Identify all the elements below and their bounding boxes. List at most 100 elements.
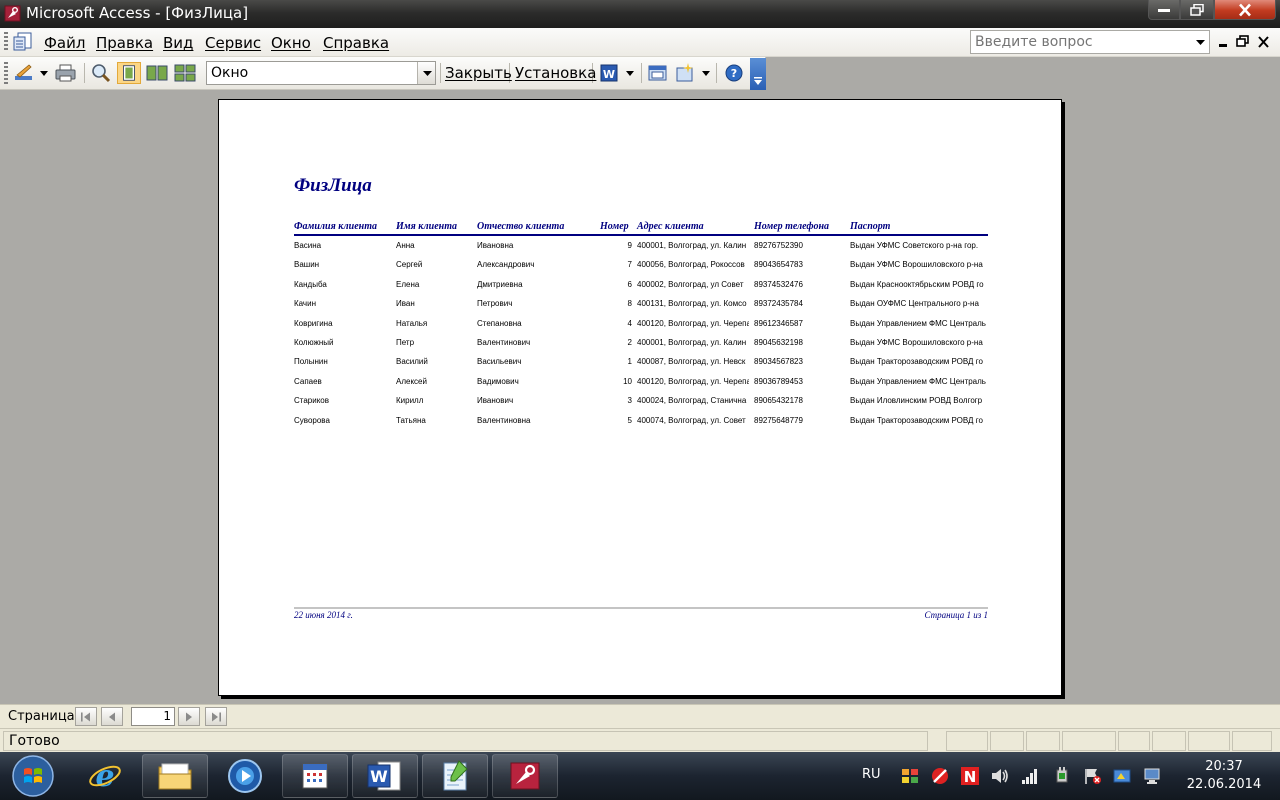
tray-app-icon[interactable] — [1112, 767, 1132, 785]
footer-rule — [294, 607, 988, 609]
first-page-button[interactable] — [75, 707, 97, 726]
window-titlebar[interactable]: Microsoft Access - [ФизЛица] — [0, 0, 1280, 28]
page-number-input[interactable]: 1 — [131, 707, 175, 726]
document-close-icon[interactable] — [1254, 34, 1274, 50]
menu-file[interactable]: Файл — [44, 34, 85, 52]
cell-patronymic: Валентинович — [477, 338, 531, 347]
taskbar-explorer[interactable] — [142, 754, 208, 798]
menu-view[interactable]: Вид — [163, 34, 193, 52]
tray-n-app-icon[interactable]: N — [960, 767, 980, 785]
multiple-pages-icon[interactable] — [173, 62, 197, 84]
cell-address: 400074, Волгоград, ул. Совет — [637, 415, 746, 425]
menu-window[interactable]: Окно — [271, 34, 311, 52]
power-plug-icon[interactable] — [1052, 767, 1072, 785]
report-row: Стариков Кирилл Иванович 3 400024, Волгоград… — [294, 394, 988, 408]
cell-lastname: Ковригина — [294, 318, 333, 328]
document-restore-icon[interactable] — [1233, 34, 1253, 50]
signal-strength-icon[interactable] — [1020, 767, 1040, 785]
report-doc-icon[interactable] — [12, 32, 34, 52]
taskbar: e W RU N 20:37 22.06.2014 — [0, 752, 1280, 800]
close-icon — [1239, 3, 1251, 16]
minimize-button[interactable] — [1148, 0, 1180, 20]
one-page-icon[interactable] — [117, 62, 141, 84]
cell-passport: Выдан УФМС Советского р-на гор. — [850, 241, 979, 250]
taskbar-clock[interactable]: 20:37 22.06.2014 — [1176, 758, 1272, 794]
design-view-dropdown-icon[interactable] — [39, 68, 49, 78]
tray-antivirus-icon[interactable] — [930, 767, 950, 785]
column-header-lastname: Фамилия клиента — [294, 221, 377, 232]
database-window-icon[interactable] — [646, 62, 670, 84]
footer-date: 22 июня 2014 г. — [294, 610, 353, 620]
cell-patronymic: Вадимович — [477, 376, 519, 386]
cell-phone: 89045632198 — [754, 338, 803, 347]
cell-number: 2 — [627, 338, 632, 347]
taskbar-internet-explorer[interactable]: e — [72, 754, 138, 798]
cell-number: 8 — [627, 299, 632, 309]
menu-grip[interactable] — [4, 32, 8, 52]
next-page-button[interactable] — [178, 707, 200, 726]
cell-address: 400001, Волгоград, ул. Калин — [637, 338, 747, 347]
two-pages-icon[interactable] — [145, 62, 169, 84]
cell-address: 400024, Волгоград, Станична — [637, 396, 747, 406]
cell-firstname: Анна — [396, 241, 415, 250]
zoom-select[interactable]: Окно — [206, 61, 436, 85]
design-view-icon[interactable] — [12, 62, 36, 84]
prev-page-button[interactable] — [101, 707, 123, 726]
cell-firstname: Сергей — [396, 260, 423, 270]
new-object-icon[interactable] — [673, 62, 697, 84]
page-setup-button[interactable]: Установка — [515, 64, 596, 82]
tray-network-grid-icon[interactable] — [900, 767, 920, 785]
cell-firstname: Иван — [396, 299, 415, 309]
cell-firstname: Елена — [396, 279, 420, 289]
cell-passport: Выдан Управлением ФМС Централь — [850, 376, 986, 386]
page-navigator-label: Страница: — [8, 709, 80, 724]
taskbar-access[interactable] — [492, 754, 558, 798]
document-minimize-icon[interactable] — [1214, 34, 1234, 50]
ask-question-box[interactable] — [970, 30, 1210, 54]
word-export-icon[interactable]: W — [598, 62, 622, 84]
access-icon — [510, 762, 540, 790]
restore-button[interactable] — [1180, 0, 1214, 20]
zoom-select-dropdown[interactable] — [417, 62, 435, 84]
action-center-flag-icon[interactable] — [1082, 767, 1102, 785]
help-icon[interactable]: ? — [722, 62, 746, 84]
office-links-dropdown-icon[interactable] — [625, 68, 635, 78]
new-object-dropdown-icon[interactable] — [701, 68, 711, 78]
print-icon[interactable] — [54, 62, 78, 84]
toolbar-grip[interactable] — [4, 62, 8, 84]
close-window-button[interactable] — [1214, 0, 1276, 20]
cell-passport: Выдан Краснооктябрьским РОВД го — [850, 279, 984, 289]
taskbar-calendar[interactable] — [282, 754, 348, 798]
network-computer-icon[interactable] — [1142, 767, 1162, 785]
taskbar-notepad[interactable] — [422, 754, 488, 798]
column-header-address: Адрес клиента — [637, 221, 704, 232]
report-row: Вашин Сергей Александрович 7 400056, Волгогр… — [294, 258, 988, 272]
cell-firstname: Татьяна — [396, 415, 426, 425]
cell-lastname: Вашин — [294, 260, 320, 270]
page-navigator: Страница: 1 — [0, 704, 1280, 728]
clock-date: 22.06.2014 — [1186, 777, 1262, 792]
close-preview-button[interactable]: Закрыть — [445, 64, 512, 82]
toolbar-options-button[interactable] — [750, 58, 766, 90]
ask-question-dropdown[interactable] — [1192, 31, 1209, 53]
windows-start-icon[interactable] — [6, 754, 60, 798]
svg-text:N: N — [964, 768, 977, 785]
zoom-icon[interactable] — [89, 62, 113, 84]
last-page-button[interactable] — [205, 707, 227, 726]
ask-question-input[interactable] — [971, 31, 1193, 53]
taskbar-media-player[interactable] — [212, 754, 278, 798]
cell-address: 400002, Волгоград, ул Совет — [637, 279, 744, 289]
cell-address: 400120, Волгоград, ул. Черепа — [637, 318, 749, 328]
tray-language[interactable]: RU — [862, 767, 881, 782]
menu-edit[interactable]: Правка — [96, 34, 153, 52]
menu-help[interactable]: Справка — [323, 34, 389, 52]
volume-icon[interactable] — [990, 767, 1010, 785]
report-page[interactable]: ФизЛица Фамилия клиента Имя клиента Отче… — [218, 99, 1062, 696]
cell-patronymic: Васильевич — [477, 357, 522, 367]
cell-address: 400087, Волгоград, ул. Невск — [637, 357, 746, 367]
cell-phone: 89374532476 — [754, 279, 803, 289]
cell-lastname: Качин — [294, 299, 316, 309]
menu-tools[interactable]: Сервис — [205, 34, 261, 52]
report-row: Колюжный Петр Валентинович 2 400001, Волгогр… — [294, 336, 988, 350]
taskbar-word[interactable]: W — [352, 754, 418, 798]
